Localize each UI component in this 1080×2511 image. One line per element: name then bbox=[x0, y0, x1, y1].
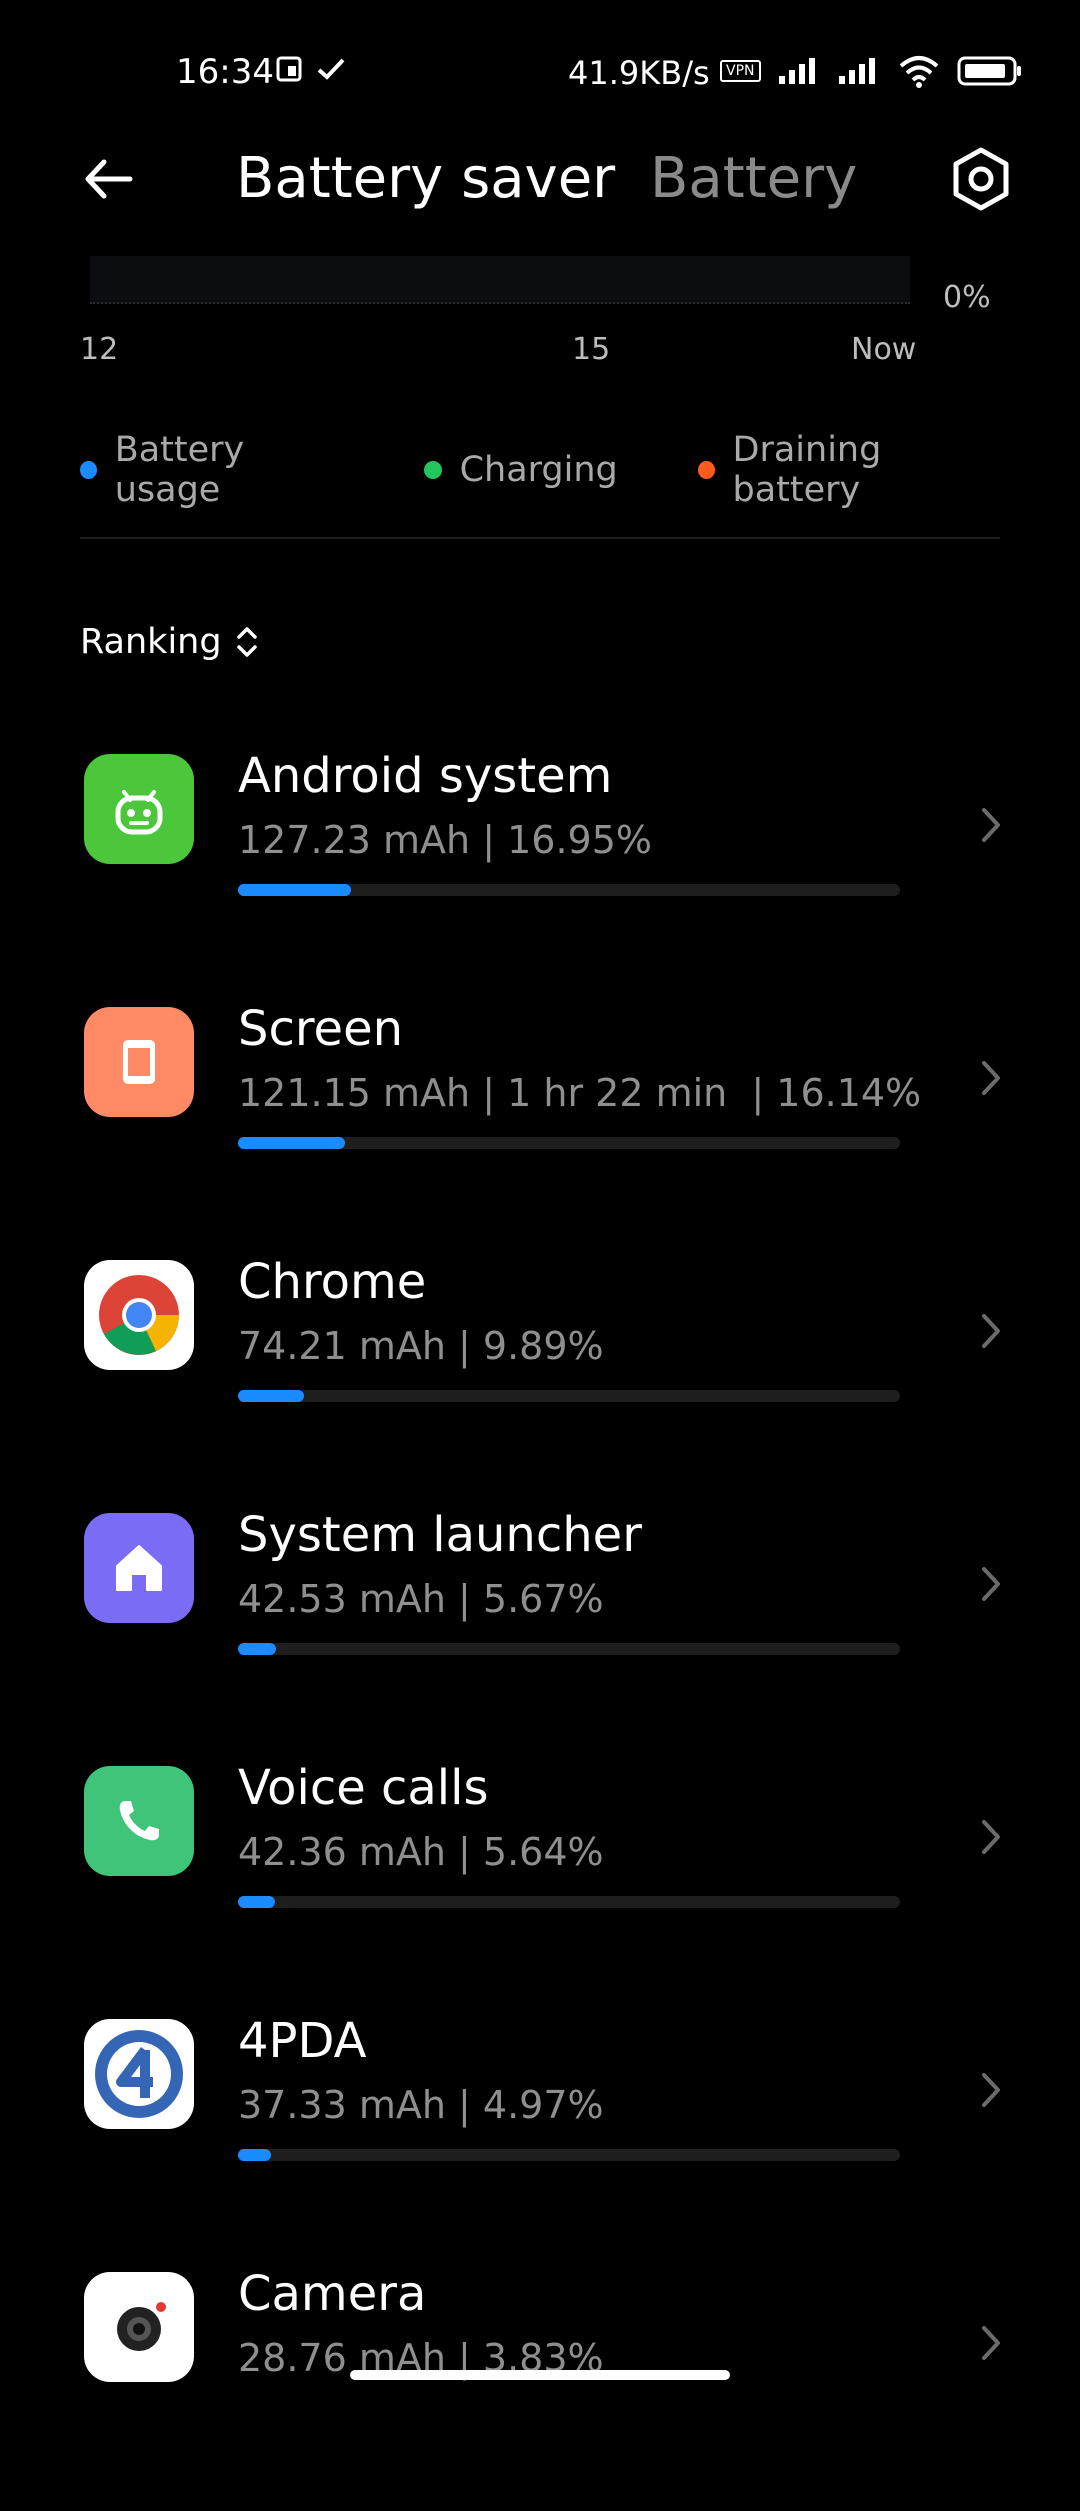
chart-baseline bbox=[90, 302, 910, 304]
legend-dot-blue bbox=[80, 461, 97, 479]
vpn-badge: VPN bbox=[720, 60, 761, 82]
chevron-right-icon bbox=[982, 1314, 1000, 1348]
settings-gear-icon[interactable] bbox=[948, 146, 1014, 212]
usage-bar-fill bbox=[238, 2149, 271, 2161]
legend-label: Draining battery bbox=[732, 430, 882, 510]
list-item[interactable]: Voice calls 42.36 mAh | 5.64% bbox=[0, 1752, 1080, 2005]
app-name: 4PDA bbox=[238, 2013, 367, 2069]
list-item[interactable]: 4PDA 37.33 mAh | 4.97% bbox=[0, 2005, 1080, 2258]
app-name: Voice calls bbox=[238, 1760, 489, 1816]
chevron-right-icon bbox=[982, 1061, 1000, 1095]
list-item[interactable]: Android system 127.23 mAh | 16.95% bbox=[0, 740, 1080, 993]
status-left-icons bbox=[276, 56, 346, 82]
x-tick-12: 12 bbox=[80, 332, 119, 367]
usage-bar bbox=[238, 1390, 900, 1402]
screen-icon bbox=[84, 1007, 194, 1117]
home-indicator[interactable] bbox=[350, 2370, 730, 2380]
usage-bar-fill bbox=[238, 884, 351, 896]
battery-chart bbox=[90, 256, 910, 304]
chevron-right-icon bbox=[982, 1567, 1000, 1601]
chart-percent-label: 0% bbox=[943, 280, 991, 315]
usage-bar bbox=[238, 1137, 900, 1149]
x-tick-15: 15 bbox=[572, 332, 611, 367]
usage-bar bbox=[238, 1896, 900, 1908]
phone-icon bbox=[84, 1766, 194, 1876]
list-item[interactable]: System launcher 42.53 mAh | 5.67% bbox=[0, 1499, 1080, 1752]
check-icon bbox=[317, 58, 345, 80]
usage-bar-fill bbox=[238, 1390, 304, 1402]
chevron-right-icon bbox=[982, 2326, 1000, 2360]
ranking-label: Ranking bbox=[80, 622, 222, 662]
signal-icon-2 bbox=[838, 58, 875, 84]
back-arrow-icon[interactable] bbox=[80, 150, 138, 208]
network-speed: 41.9KB/s bbox=[568, 54, 710, 92]
battery-icon bbox=[957, 56, 1021, 86]
android-icon bbox=[84, 754, 194, 864]
chart-legend: Battery usage Charging Draining battery bbox=[80, 430, 1000, 510]
page-title[interactable]: Battery saver bbox=[236, 146, 615, 211]
app-name: Screen bbox=[238, 1001, 404, 1057]
app-usage-list: Android system 127.23 mAh | 16.95% Scree… bbox=[0, 740, 1080, 2511]
chevron-right-icon bbox=[982, 808, 1000, 842]
legend-battery-usage: Battery usage bbox=[80, 430, 344, 510]
app-usage-detail: 42.36 mAh | 5.64% bbox=[238, 1830, 604, 1874]
home-icon bbox=[84, 1513, 194, 1623]
app-name: System launcher bbox=[238, 1507, 642, 1563]
app-usage-detail: 42.53 mAh | 5.67% bbox=[238, 1577, 604, 1621]
app-name: Camera bbox=[238, 2266, 427, 2322]
legend-dot-orange bbox=[697, 461, 715, 479]
camera-icon bbox=[84, 2272, 194, 2382]
status-bar: 16:34 41.9KB/s VPN bbox=[0, 0, 1080, 140]
list-item[interactable]: Screen 121.15 mAh | 1 hr 22 min | 16.14% bbox=[0, 993, 1080, 1246]
app-usage-detail: 37.33 mAh | 4.97% bbox=[238, 2083, 604, 2127]
app-usage-detail: 127.23 mAh | 16.95% bbox=[238, 818, 652, 862]
wifi-icon bbox=[899, 56, 938, 88]
status-right-icons: VPN bbox=[720, 54, 1023, 88]
legend-label: Battery usage bbox=[114, 430, 245, 510]
legend-draining: Draining battery bbox=[697, 430, 1000, 510]
divider bbox=[80, 537, 1000, 539]
list-item[interactable]: Camera 28.76 mAh | 3.83% bbox=[0, 2258, 1080, 2511]
legend-dot-green bbox=[423, 461, 442, 479]
status-time: 16:34 bbox=[176, 52, 274, 92]
sort-updown-icon bbox=[236, 627, 257, 657]
ranking-sort[interactable]: Ranking bbox=[80, 622, 260, 662]
tab-battery[interactable]: Battery bbox=[650, 146, 857, 211]
app-usage-detail: 74.21 mAh | 9.89% bbox=[238, 1324, 604, 1368]
legend-charging: Charging bbox=[423, 430, 618, 510]
app-name: Chrome bbox=[238, 1254, 427, 1310]
app-name: Android system bbox=[238, 748, 613, 804]
app-usage-detail: 121.15 mAh | 1 hr 22 min | 16.14% bbox=[238, 1071, 922, 1115]
usage-bar bbox=[238, 884, 900, 896]
x-tick-now: Now bbox=[851, 332, 917, 367]
list-item[interactable]: Chrome 74.21 mAh | 9.89% bbox=[0, 1246, 1080, 1499]
chrome-icon bbox=[84, 1260, 194, 1370]
usage-bar bbox=[238, 1643, 900, 1655]
chevron-right-icon bbox=[982, 2073, 1000, 2107]
usage-bar bbox=[238, 2149, 900, 2161]
signal-icon bbox=[778, 58, 815, 84]
usage-bar-fill bbox=[238, 1137, 346, 1149]
screen-record-icon bbox=[276, 56, 302, 82]
4pda-icon bbox=[84, 2019, 194, 2129]
usage-bar-fill bbox=[238, 1896, 276, 1908]
chevron-right-icon bbox=[982, 1820, 1000, 1854]
usage-bar-fill bbox=[238, 1643, 276, 1655]
legend-label: Charging bbox=[459, 450, 618, 490]
